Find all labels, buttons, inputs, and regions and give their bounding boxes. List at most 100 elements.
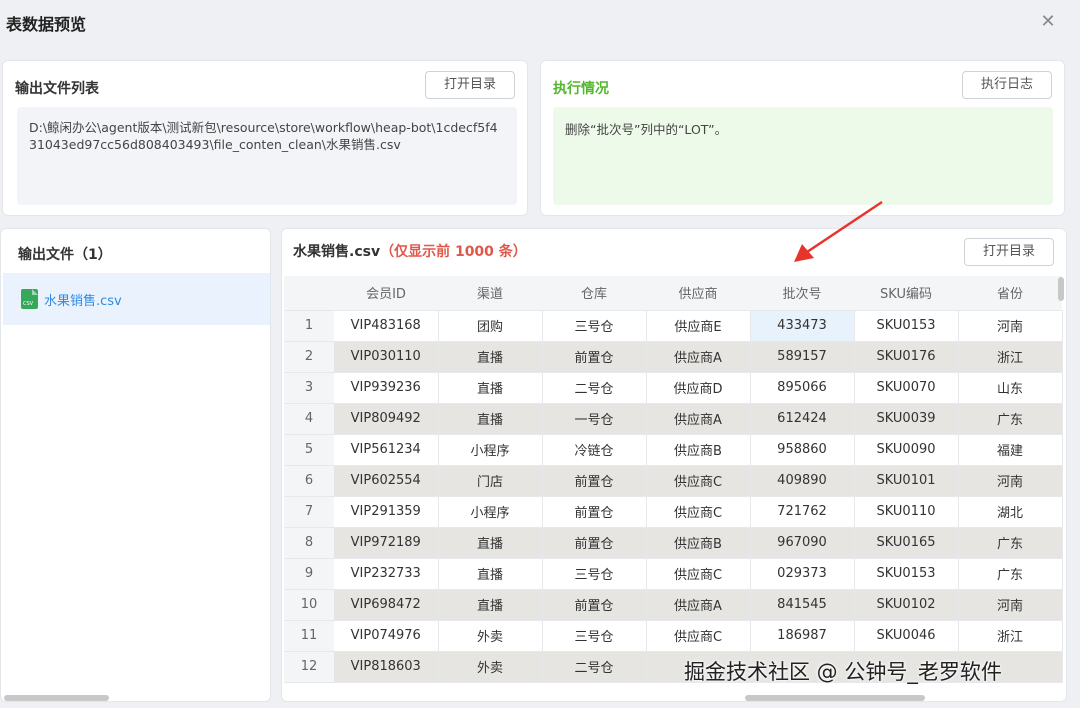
- table-cell[interactable]: 小程序: [438, 434, 543, 466]
- table-cell[interactable]: 433473: [750, 310, 855, 342]
- table-cell[interactable]: 409890: [750, 465, 855, 497]
- table-cell[interactable]: 门店: [438, 465, 543, 497]
- table-cell[interactable]: 供应商B: [646, 527, 751, 559]
- table-cell[interactable]: 589157: [750, 341, 855, 373]
- table-cell[interactable]: 三号仓: [542, 310, 647, 342]
- file-list-item[interactable]: CSV 水果销售.csv: [3, 273, 270, 325]
- table-row[interactable]: 1 VIP483168 团购 三号仓 供应商E 433473 SKU0153 河南: [284, 310, 1063, 342]
- open-directory-button[interactable]: 打开目录: [425, 71, 515, 99]
- preview-open-directory-button[interactable]: 打开目录: [964, 238, 1054, 266]
- table-cell[interactable]: VIP483168: [334, 310, 439, 342]
- table-cell[interactable]: 供应商B: [646, 434, 751, 466]
- table-row[interactable]: 9 VIP232733 直播 三号仓 供应商C 029373 SKU0153 广东: [284, 558, 1063, 590]
- table-cell[interactable]: 186987: [750, 620, 855, 652]
- table-cell[interactable]: 721762: [750, 496, 855, 528]
- table-cell[interactable]: SKU0165: [854, 527, 959, 559]
- table-cell[interactable]: 广东: [958, 403, 1063, 435]
- table-cell[interactable]: 山东: [958, 372, 1063, 404]
- table-cell[interactable]: VIP972189: [334, 527, 439, 559]
- table-cell[interactable]: 958860: [750, 434, 855, 466]
- table-cell[interactable]: 湖北: [958, 496, 1063, 528]
- table-cell[interactable]: 福建: [958, 434, 1063, 466]
- table-row[interactable]: 8 VIP972189 直播 前置仓 供应商B 967090 SKU0165 广东: [284, 527, 1063, 559]
- table-cell[interactable]: VIP291359: [334, 496, 439, 528]
- table-cell[interactable]: 广东: [958, 527, 1063, 559]
- table-cell[interactable]: SKU0153: [854, 558, 959, 590]
- table-cell[interactable]: 三号仓: [542, 558, 647, 590]
- table-cell[interactable]: 前置仓: [542, 527, 647, 559]
- file-list-scrollbar[interactable]: [4, 695, 109, 701]
- table-cell[interactable]: VIP809492: [334, 403, 439, 435]
- table-cell[interactable]: 外卖: [438, 651, 543, 683]
- table-cell[interactable]: 841545: [750, 589, 855, 621]
- table-cell[interactable]: VIP698472: [334, 589, 439, 621]
- table-cell[interactable]: 029373: [750, 558, 855, 590]
- vertical-scrollbar[interactable]: [1058, 277, 1064, 301]
- table-cell[interactable]: 二号仓: [542, 372, 647, 404]
- table-cell[interactable]: VIP818603: [334, 651, 439, 683]
- table-row[interactable]: 4 VIP809492 直播 一号仓 供应商A 612424 SKU0039 广东: [284, 403, 1063, 435]
- table-cell[interactable]: 河南: [958, 465, 1063, 497]
- horizontal-scrollbar[interactable]: [745, 695, 925, 701]
- table-cell[interactable]: 河南: [958, 310, 1063, 342]
- row-index-cell: 9: [284, 558, 334, 590]
- table-cell[interactable]: 供应商D: [646, 372, 751, 404]
- table-cell[interactable]: 供应商E: [646, 310, 751, 342]
- table-cell[interactable]: 612424: [750, 403, 855, 435]
- table-cell[interactable]: VIP561234: [334, 434, 439, 466]
- table-cell[interactable]: 浙江: [958, 341, 1063, 373]
- table-row[interactable]: 11 VIP074976 外卖 三号仓 供应商C 186987 SKU0046 浙江: [284, 620, 1063, 652]
- table-cell[interactable]: SKU0101: [854, 465, 959, 497]
- table-row[interactable]: 6 VIP602554 门店 前置仓 供应商C 409890 SKU0101 河南: [284, 465, 1063, 497]
- table-cell[interactable]: SKU0176: [854, 341, 959, 373]
- table-cell[interactable]: 供应商A: [646, 403, 751, 435]
- table-row[interactable]: 2 VIP030110 直播 前置仓 供应商A 589157 SKU0176 浙江: [284, 341, 1063, 373]
- table-cell[interactable]: SKU0039: [854, 403, 959, 435]
- table-cell[interactable]: SKU0110: [854, 496, 959, 528]
- table-cell[interactable]: 前置仓: [542, 496, 647, 528]
- table-row[interactable]: 5 VIP561234 小程序 冷链仓 供应商B 958860 SKU0090 福建: [284, 434, 1063, 466]
- table-cell[interactable]: 前置仓: [542, 341, 647, 373]
- table-cell[interactable]: 直播: [438, 341, 543, 373]
- table-cell[interactable]: 三号仓: [542, 620, 647, 652]
- table-cell[interactable]: 直播: [438, 527, 543, 559]
- table-cell[interactable]: VIP602554: [334, 465, 439, 497]
- table-cell[interactable]: 直播: [438, 589, 543, 621]
- table-cell[interactable]: 前置仓: [542, 465, 647, 497]
- table-cell[interactable]: 直播: [438, 372, 543, 404]
- table-cell[interactable]: 直播: [438, 558, 543, 590]
- table-cell[interactable]: 河南: [958, 589, 1063, 621]
- table-cell[interactable]: SKU0090: [854, 434, 959, 466]
- table-cell[interactable]: 供应商A: [646, 589, 751, 621]
- table-cell[interactable]: VIP939236: [334, 372, 439, 404]
- table-cell[interactable]: 供应商C: [646, 620, 751, 652]
- table-cell[interactable]: SKU0070: [854, 372, 959, 404]
- table-row[interactable]: 10 VIP698472 直播 前置仓 供应商A 841545 SKU0102 河南: [284, 589, 1063, 621]
- table-cell[interactable]: 供应商C: [646, 465, 751, 497]
- table-cell[interactable]: VIP232733: [334, 558, 439, 590]
- table-cell[interactable]: 小程序: [438, 496, 543, 528]
- table-cell[interactable]: 二号仓: [542, 651, 647, 683]
- execution-log-button[interactable]: 执行日志: [962, 71, 1052, 99]
- table-cell[interactable]: 供应商C: [646, 558, 751, 590]
- table-cell[interactable]: SKU0153: [854, 310, 959, 342]
- table-cell[interactable]: 外卖: [438, 620, 543, 652]
- table-cell[interactable]: 供应商A: [646, 341, 751, 373]
- table-cell[interactable]: SKU0102: [854, 589, 959, 621]
- table-row[interactable]: 3 VIP939236 直播 二号仓 供应商D 895066 SKU0070 山东: [284, 372, 1063, 404]
- table-cell[interactable]: 广东: [958, 558, 1063, 590]
- table-cell[interactable]: VIP030110: [334, 341, 439, 373]
- table-cell[interactable]: 前置仓: [542, 589, 647, 621]
- table-cell[interactable]: 冷链仓: [542, 434, 647, 466]
- table-cell[interactable]: VIP074976: [334, 620, 439, 652]
- table-cell[interactable]: SKU0046: [854, 620, 959, 652]
- table-cell[interactable]: 895066: [750, 372, 855, 404]
- table-cell[interactable]: 浙江: [958, 620, 1063, 652]
- table-row[interactable]: 7 VIP291359 小程序 前置仓 供应商C 721762 SKU0110 湖北: [284, 496, 1063, 528]
- table-cell[interactable]: 供应商C: [646, 496, 751, 528]
- table-cell[interactable]: 直播: [438, 403, 543, 435]
- table-cell[interactable]: 团购: [438, 310, 543, 342]
- table-cell[interactable]: 967090: [750, 527, 855, 559]
- table-cell[interactable]: 一号仓: [542, 403, 647, 435]
- close-icon[interactable]: ✕: [1038, 12, 1058, 32]
